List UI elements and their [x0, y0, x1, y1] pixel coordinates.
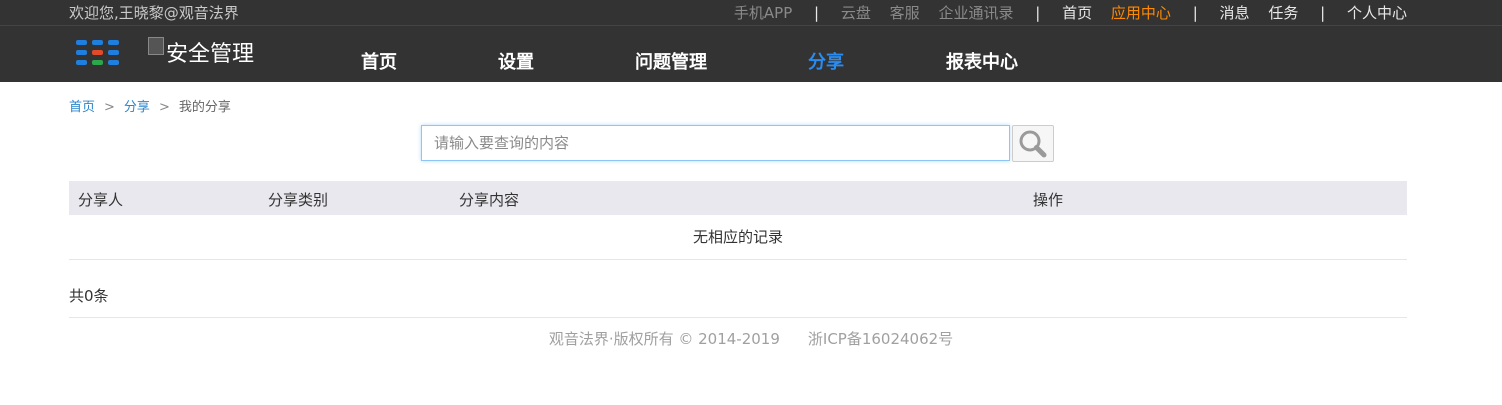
home-link[interactable]: 首页	[1062, 2, 1092, 23]
column-actions: 操作	[1033, 191, 1064, 209]
breadcrumb-home[interactable]: 首页	[69, 100, 95, 115]
separator: |	[1035, 4, 1041, 22]
enterprise-contacts-link[interactable]: 企业通讯录	[938, 2, 1013, 23]
nav-report-center[interactable]: 报表中心	[946, 48, 1018, 74]
top-links: 手机APP | 云盘 客服 企业通讯录 | 首页 应用中心 | 消息 任务 | …	[734, 2, 1407, 23]
column-sharer: 分享人	[78, 191, 124, 209]
tasks-link[interactable]: 任务	[1268, 2, 1298, 23]
search-icon	[1019, 130, 1047, 158]
divider	[69, 317, 1407, 318]
separator: |	[814, 4, 820, 22]
nav-share[interactable]: 分享	[808, 48, 844, 74]
search-button[interactable]	[1012, 125, 1054, 162]
breadcrumb-current: 我的分享	[178, 100, 231, 115]
cloud-disk-link[interactable]: 云盘	[841, 2, 871, 23]
messages-link[interactable]: 消息	[1220, 2, 1250, 23]
table-header: 分享人 分享类别 分享内容 操作	[69, 181, 1407, 215]
broken-image-icon	[148, 37, 164, 55]
mobile-app-link[interactable]: 手机APP	[734, 2, 792, 23]
footer-icp[interactable]: 浙ICP备16024062号	[808, 330, 953, 348]
footer: 观音法界·版权所有 © 2014-2019 浙ICP备16024062号	[0, 328, 1502, 349]
nav-issue-management[interactable]: 问题管理	[635, 48, 707, 74]
logo-alt-text: 安全管理	[166, 42, 255, 67]
nav-home[interactable]: 首页	[361, 48, 397, 74]
top-utility-bar: 欢迎您,王晓黎@观音法界 手机APP | 云盘 客服 企业通讯录 | 首页 应用…	[0, 0, 1502, 26]
apps-grid-icon[interactable]	[76, 40, 120, 66]
search-input[interactable]	[421, 125, 1010, 161]
column-share-content: 分享内容	[459, 191, 520, 209]
personal-center-link[interactable]: 个人中心	[1347, 2, 1407, 23]
breadcrumb-share[interactable]: 分享	[124, 100, 150, 115]
customer-service-link[interactable]: 客服	[890, 2, 920, 23]
footer-copyright: 观音法界·版权所有 © 2014-2019	[548, 330, 780, 348]
app-center-link[interactable]: 应用中心	[1111, 2, 1171, 23]
logo[interactable]: 安全管理	[148, 36, 254, 68]
breadcrumb-arrow: >	[158, 100, 170, 115]
nav-settings[interactable]: 设置	[498, 48, 534, 74]
separator: |	[1320, 4, 1326, 22]
welcome-text: 欢迎您,王晓黎@观音法界	[69, 4, 239, 22]
column-share-type: 分享类别	[268, 191, 329, 209]
breadcrumb: 首页 > 分享 > 我的分享	[69, 96, 231, 115]
empty-table-message: 无相应的记录	[69, 215, 1407, 260]
total-count: 共0条	[69, 287, 109, 305]
main-nav-bar: 安全管理 首页 设置 问题管理 分享 报表中心	[0, 26, 1502, 82]
breadcrumb-arrow: >	[104, 100, 115, 115]
separator: |	[1192, 4, 1198, 22]
